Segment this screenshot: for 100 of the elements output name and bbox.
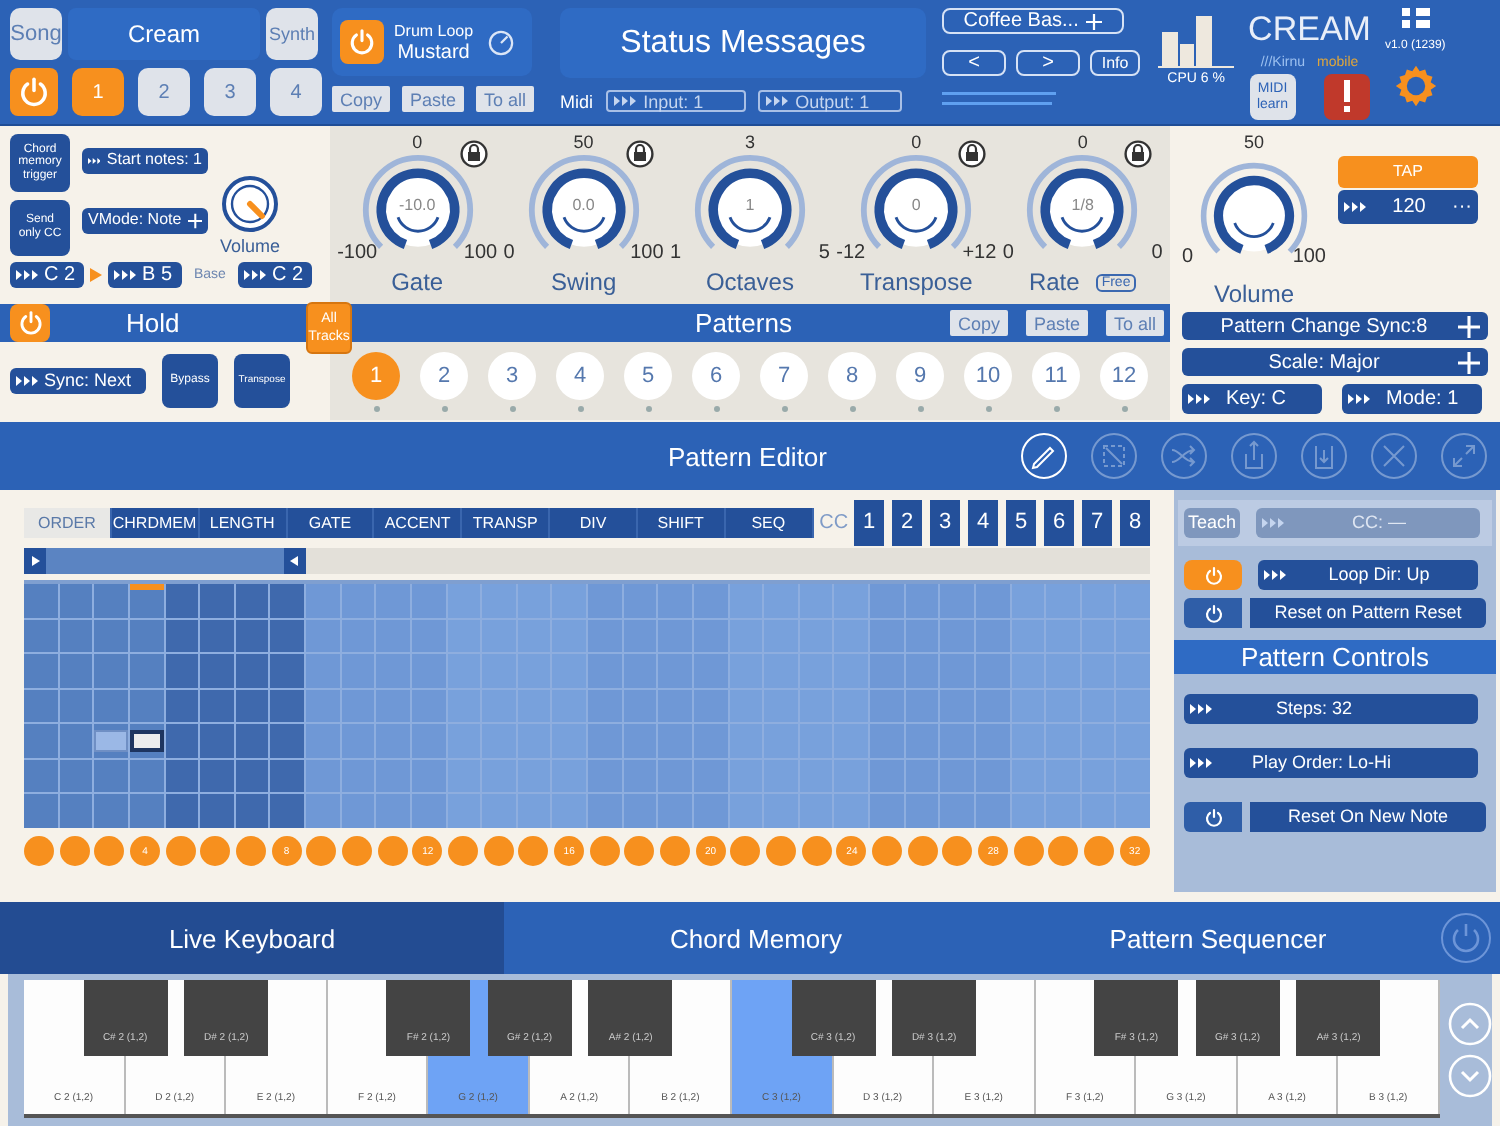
grid-cell[interactable]: [834, 654, 868, 688]
grid-cell[interactable]: [658, 724, 692, 758]
grid-cell[interactable]: [1081, 794, 1115, 828]
editor-tab[interactable]: TRANSP: [462, 507, 551, 537]
grid-cell[interactable]: [24, 724, 58, 758]
grid-cell[interactable]: [306, 654, 340, 688]
grid-cell[interactable]: [411, 794, 445, 828]
grid-cell[interactable]: [165, 794, 199, 828]
step-indicator[interactable]: [801, 836, 832, 866]
grid-cell[interactable]: [1116, 794, 1150, 828]
grid-cell[interactable]: [905, 619, 939, 653]
cc-button[interactable]: 3: [930, 499, 961, 545]
grid-cell[interactable]: [658, 584, 692, 618]
grid-cell[interactable]: [341, 759, 375, 793]
grid-cell[interactable]: [975, 794, 1009, 828]
pattern-button[interactable]: 10: [964, 351, 1012, 399]
grid-cell[interactable]: [270, 584, 304, 618]
grid-cell[interactable]: [24, 689, 58, 723]
cc-button[interactable]: 8: [1120, 499, 1151, 545]
grid-cell[interactable]: [870, 619, 904, 653]
grid-cell[interactable]: [447, 584, 481, 618]
grid-cell[interactable]: [235, 724, 269, 758]
grid-cell[interactable]: [905, 794, 939, 828]
grid-cell[interactable]: [870, 584, 904, 618]
grid-cell[interactable]: [235, 794, 269, 828]
cc-button[interactable]: 2: [892, 499, 923, 545]
grid-cell[interactable]: [306, 584, 340, 618]
midi-input-field[interactable]: Input: 1: [605, 90, 746, 112]
grid-cell[interactable]: [940, 724, 974, 758]
bottom-tab[interactable]: Live Keyboard: [0, 902, 504, 974]
grid-cell[interactable]: [94, 654, 128, 688]
grid-cell[interactable]: [376, 619, 410, 653]
step-indicator[interactable]: [942, 836, 973, 866]
step-indicator[interactable]: [24, 836, 54, 866]
grid-cell[interactable]: [729, 689, 763, 723]
grid-cell[interactable]: [975, 654, 1009, 688]
grid-cell[interactable]: [94, 794, 128, 828]
step-indicator[interactable]: [165, 836, 196, 866]
grid-cell[interactable]: [623, 689, 657, 723]
start-notes-selector[interactable]: Start notes: 1: [82, 148, 208, 174]
grid-cell[interactable]: [588, 619, 622, 653]
grid-cell[interactable]: [447, 794, 481, 828]
grid-cell[interactable]: [799, 794, 833, 828]
grid-cell[interactable]: [870, 759, 904, 793]
grid-cell[interactable]: [693, 619, 727, 653]
grid-cell[interactable]: [1011, 689, 1045, 723]
editor-tab[interactable]: CHRDMEM: [111, 507, 200, 537]
power-button[interactable]: [10, 68, 58, 116]
settings-icon[interactable]: [1393, 64, 1438, 108]
grid-cell[interactable]: [306, 724, 340, 758]
grid-cell[interactable]: [1011, 794, 1045, 828]
note-block[interactable]: [129, 730, 163, 752]
grid-cell[interactable]: [623, 794, 657, 828]
grid-cell[interactable]: [588, 759, 622, 793]
grid-cell[interactable]: [447, 759, 481, 793]
step-indicator[interactable]: [236, 836, 267, 866]
grid-cell[interactable]: [658, 689, 692, 723]
grid-cell[interactable]: [693, 689, 727, 723]
step-indicator[interactable]: [377, 836, 408, 866]
loop-direction-selector[interactable]: Loop Dir: Up: [1258, 560, 1478, 590]
grid-cell[interactable]: [588, 654, 622, 688]
pattern-button[interactable]: 5: [624, 351, 672, 399]
grid-cell[interactable]: [693, 584, 727, 618]
grid-cell[interactable]: [129, 689, 163, 723]
grid-cell[interactable]: [623, 619, 657, 653]
grid-cell[interactable]: [870, 794, 904, 828]
grid-cell[interactable]: [552, 619, 586, 653]
grid-cell[interactable]: [729, 724, 763, 758]
grid-cell[interactable]: [376, 759, 410, 793]
lock-icon[interactable]: [1124, 140, 1153, 168]
step-indicator[interactable]: [589, 836, 620, 866]
import-icon[interactable]: [1300, 432, 1348, 480]
grid-cell[interactable]: [129, 619, 163, 653]
scroll-thumb[interactable]: [24, 548, 306, 574]
step-indicator[interactable]: [872, 836, 903, 866]
grid-cell[interactable]: [94, 724, 128, 758]
grid-cell[interactable]: [129, 759, 163, 793]
grid-cell[interactable]: [411, 759, 445, 793]
grid-cell[interactable]: [870, 654, 904, 688]
play-order-selector[interactable]: Play Order: Lo-Hi: [1184, 748, 1478, 778]
step-indicator[interactable]: [342, 836, 373, 866]
grid-cell[interactable]: [975, 689, 1009, 723]
grid-cell[interactable]: [24, 654, 58, 688]
grid-cell[interactable]: [729, 584, 763, 618]
grid-cell[interactable]: [517, 794, 551, 828]
grid-cell[interactable]: [165, 619, 199, 653]
tempo-field[interactable]: 120 ···: [1338, 190, 1478, 224]
grid-cell[interactable]: [1046, 794, 1080, 828]
drum-loop-power-button[interactable]: [340, 20, 384, 64]
grid-cell[interactable]: [552, 724, 586, 758]
scroll-down-icon[interactable]: [1447, 1053, 1492, 1097]
step-indicator[interactable]: [730, 836, 761, 866]
grid-cell[interactable]: [447, 724, 481, 758]
grid-cell[interactable]: [376, 654, 410, 688]
grid-cell[interactable]: [270, 654, 304, 688]
hold-power-button[interactable]: [10, 304, 50, 342]
editor-tab[interactable]: SHIFT: [637, 507, 726, 537]
scroll-up-icon[interactable]: [1447, 1001, 1492, 1045]
grid-cell[interactable]: [693, 794, 727, 828]
grid-cell[interactable]: [376, 689, 410, 723]
